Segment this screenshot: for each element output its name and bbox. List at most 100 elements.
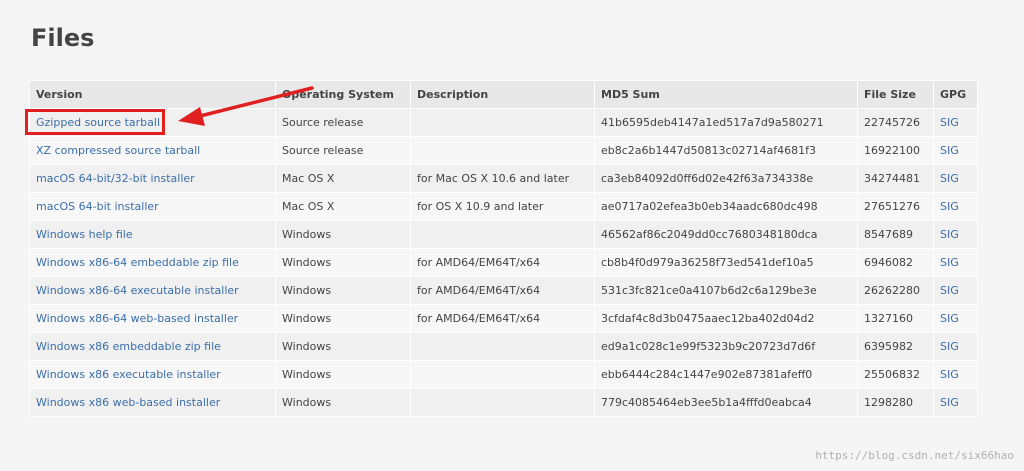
version-link[interactable]: Windows x86-64 executable installer (36, 284, 239, 297)
description-cell (410, 108, 595, 137)
description-cell: for AMD64/EM64T/x64 (410, 248, 595, 277)
gpg-cell: SIG (933, 136, 978, 165)
os-cell: Source release (275, 136, 411, 165)
sig-link[interactable]: SIG (940, 116, 959, 129)
md5-cell: ae0717a02efea3b0eb34aadc680dc498 (594, 192, 858, 221)
file-size-cell: 6946082 (857, 248, 934, 277)
column-header-md5: MD5 Sum (594, 80, 858, 109)
gpg-cell: SIG (933, 388, 978, 417)
sig-link[interactable]: SIG (940, 228, 959, 241)
gpg-cell: SIG (933, 360, 978, 389)
sig-link[interactable]: SIG (940, 396, 959, 409)
os-cell: Windows (275, 220, 411, 249)
version-link[interactable]: Windows x86-64 web-based installer (36, 312, 238, 325)
gpg-cell: SIG (933, 220, 978, 249)
version-cell: Windows x86 executable installer (29, 360, 276, 389)
table-row: Gzipped source tarball Source release 41… (29, 108, 978, 137)
gpg-cell: SIG (933, 108, 978, 137)
version-link[interactable]: Windows x86-64 embeddable zip file (36, 256, 239, 269)
md5-cell: 531c3fc821ce0a4107b6d2c6a129be3e (594, 276, 858, 305)
sig-link[interactable]: SIG (940, 200, 959, 213)
file-size-cell: 27651276 (857, 192, 934, 221)
md5-cell: ca3eb84092d0ff6d02e42f63a734338e (594, 164, 858, 193)
table-row: Windows x86 embeddable zip file Windows … (29, 332, 978, 361)
gpg-cell: SIG (933, 276, 978, 305)
description-cell: for AMD64/EM64T/x64 (410, 276, 595, 305)
gpg-cell: SIG (933, 332, 978, 361)
version-link[interactable]: macOS 64-bit/32-bit installer (36, 172, 195, 185)
sig-link[interactable]: SIG (940, 144, 959, 157)
version-link[interactable]: Windows x86 executable installer (36, 368, 221, 381)
column-header-file-size: File Size (857, 80, 934, 109)
version-cell: Windows x86 embeddable zip file (29, 332, 276, 361)
os-cell: Windows (275, 276, 411, 305)
version-cell: Windows x86-64 embeddable zip file (29, 248, 276, 277)
files-table: Version Operating System Description MD5… (29, 80, 978, 417)
description-cell (410, 332, 595, 361)
version-link[interactable]: XZ compressed source tarball (36, 144, 200, 157)
column-header-os: Operating System (275, 80, 411, 109)
description-cell: for OS X 10.9 and later (410, 192, 595, 221)
file-size-cell: 8547689 (857, 220, 934, 249)
version-cell: Windows x86 web-based installer (29, 388, 276, 417)
os-cell: Mac OS X (275, 192, 411, 221)
os-cell: Windows (275, 248, 411, 277)
sig-link[interactable]: SIG (940, 172, 959, 185)
os-cell: Windows (275, 304, 411, 333)
file-size-cell: 25506832 (857, 360, 934, 389)
sig-link[interactable]: SIG (940, 284, 959, 297)
file-size-cell: 26262280 (857, 276, 934, 305)
column-header-description: Description (410, 80, 595, 109)
file-size-cell: 34274481 (857, 164, 934, 193)
table-row: Windows help file Windows 46562af86c2049… (29, 220, 978, 249)
table-row: Windows x86-64 web-based installer Windo… (29, 304, 978, 333)
md5-cell: 779c4085464eb3ee5b1a4fffd0eabca4 (594, 388, 858, 417)
md5-cell: ed9a1c028c1e99f5323b9c20723d7d6f (594, 332, 858, 361)
file-size-cell: 6395982 (857, 332, 934, 361)
sig-link[interactable]: SIG (940, 368, 959, 381)
sig-link[interactable]: SIG (940, 256, 959, 269)
version-cell: Windows help file (29, 220, 276, 249)
description-cell (410, 136, 595, 165)
page-title: Files (31, 24, 95, 52)
gpg-cell: SIG (933, 304, 978, 333)
version-cell: macOS 64-bit installer (29, 192, 276, 221)
md5-cell: cb8b4f0d979a36258f73ed541def10a5 (594, 248, 858, 277)
gpg-cell: SIG (933, 164, 978, 193)
gpg-cell: SIG (933, 192, 978, 221)
version-cell: Windows x86-64 executable installer (29, 276, 276, 305)
os-cell: Windows (275, 332, 411, 361)
description-cell (410, 360, 595, 389)
description-cell (410, 388, 595, 417)
description-cell (410, 220, 595, 249)
version-link[interactable]: macOS 64-bit installer (36, 200, 159, 213)
downloads-page: Files Version Operating System Descripti… (0, 0, 1024, 471)
os-cell: Windows (275, 360, 411, 389)
version-cell: Gzipped source tarball (29, 108, 276, 137)
column-header-version: Version (29, 80, 276, 109)
os-cell: Windows (275, 388, 411, 417)
description-cell: for Mac OS X 10.6 and later (410, 164, 595, 193)
version-link[interactable]: Gzipped source tarball (36, 116, 160, 129)
version-link[interactable]: Windows x86 web-based installer (36, 396, 220, 409)
version-cell: XZ compressed source tarball (29, 136, 276, 165)
file-size-cell: 1298280 (857, 388, 934, 417)
version-cell: macOS 64-bit/32-bit installer (29, 164, 276, 193)
sig-link[interactable]: SIG (940, 312, 959, 325)
file-size-cell: 22745726 (857, 108, 934, 137)
gpg-cell: SIG (933, 248, 978, 277)
file-size-cell: 1327160 (857, 304, 934, 333)
table-header-row: Version Operating System Description MD5… (29, 80, 978, 109)
md5-cell: ebb6444c284c1447e902e87381afeff0 (594, 360, 858, 389)
column-header-gpg: GPG (933, 80, 978, 109)
table-row: Windows x86-64 embeddable zip file Windo… (29, 248, 978, 277)
table-row: Windows x86 executable installer Windows… (29, 360, 978, 389)
version-link[interactable]: Windows help file (36, 228, 133, 241)
sig-link[interactable]: SIG (940, 340, 959, 353)
md5-cell: 3cfdaf4c8d3b0475aaec12ba402d04d2 (594, 304, 858, 333)
version-link[interactable]: Windows x86 embeddable zip file (36, 340, 221, 353)
md5-cell: 46562af86c2049dd0cc7680348180dca (594, 220, 858, 249)
os-cell: Source release (275, 108, 411, 137)
md5-cell: 41b6595deb4147a1ed517a7d9a580271 (594, 108, 858, 137)
table-row: XZ compressed source tarball Source rele… (29, 136, 978, 165)
